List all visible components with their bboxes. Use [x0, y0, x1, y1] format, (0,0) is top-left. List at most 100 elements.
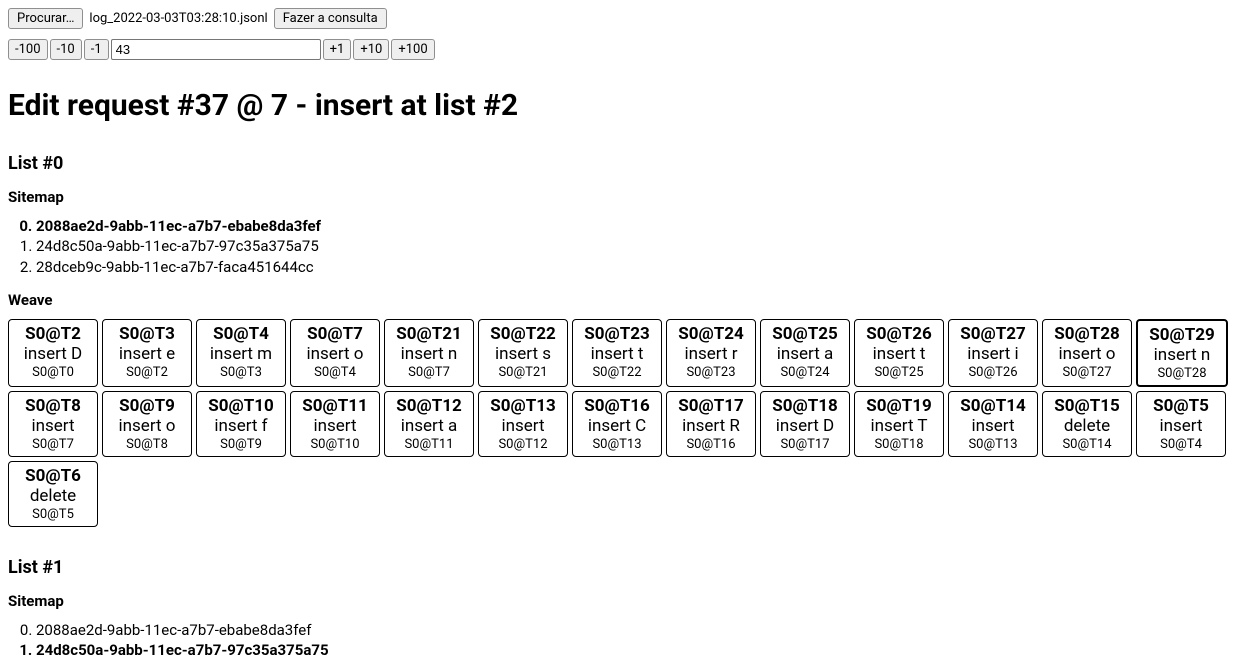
sitemap-heading: Sitemap [8, 592, 1252, 610]
plus-1-button[interactable]: +1 [323, 39, 352, 60]
weave-card-ref: S0@T24 [769, 365, 841, 380]
page-title: Edit request #37 @ 7 - insert at list #2 [8, 88, 1252, 123]
weave-card-action: insert t [581, 344, 653, 364]
weave-card-title: S0@T23 [581, 324, 653, 344]
weave-card[interactable]: S0@T7insert oS0@T4 [290, 319, 380, 387]
sitemap-list: 2088ae2d-9abb-11ec-a7b7-ebabe8da3fef24d8… [8, 620, 1252, 661]
weave-card[interactable]: S0@T17insert RS0@T16 [666, 391, 756, 457]
weave-card-ref: S0@T16 [675, 437, 747, 452]
sitemap-item: 2088ae2d-9abb-11ec-a7b7-ebabe8da3fef [36, 620, 1252, 640]
weave-card-action: insert [299, 416, 371, 436]
weave-card-action: insert [17, 416, 89, 436]
weave-card-ref: S0@T17 [769, 437, 841, 452]
weave-card-title: S0@T22 [487, 324, 559, 344]
weave-card[interactable]: S0@T26insert tS0@T25 [854, 319, 944, 387]
weave-card-action: insert o [111, 416, 183, 436]
weave-card-ref: S0@T3 [205, 365, 277, 380]
weave-card[interactable]: S0@T25insert aS0@T24 [760, 319, 850, 387]
nav-controls: -100 -10 -1 +1 +10 +100 [8, 39, 1252, 60]
weave-card[interactable]: S0@T28insert oS0@T27 [1042, 319, 1132, 387]
weave-card-ref: S0@T2 [111, 365, 183, 380]
weave-card-ref: S0@T14 [1051, 437, 1123, 452]
weave-card[interactable]: S0@T24insert rS0@T23 [666, 319, 756, 387]
weave-card[interactable]: S0@T23insert tS0@T22 [572, 319, 662, 387]
weave-card-ref: S0@T8 [111, 437, 183, 452]
weave-card-action: insert [487, 416, 559, 436]
weave-card[interactable]: S0@T8insertS0@T7 [8, 391, 98, 457]
weave-card[interactable]: S0@T11insertS0@T10 [290, 391, 380, 457]
weave-card[interactable]: S0@T19insert TS0@T18 [854, 391, 944, 457]
weave-card[interactable]: S0@T21insert nS0@T7 [384, 319, 474, 387]
minus-100-button[interactable]: -100 [8, 39, 48, 60]
weave-container: S0@T2insert DS0@T0S0@T3insert eS0@T2S0@T… [8, 319, 1252, 527]
weave-card[interactable]: S0@T29insert nS0@T28 [1136, 319, 1228, 387]
weave-card[interactable]: S0@T5insertS0@T4 [1136, 391, 1226, 457]
weave-card-title: S0@T16 [581, 396, 653, 416]
minus-10-button[interactable]: -10 [50, 39, 82, 60]
weave-card-title: S0@T10 [205, 396, 277, 416]
sitemap-heading: Sitemap [8, 188, 1252, 206]
sitemap-item: 24d8c50a-9abb-11ec-a7b7-97c35a375a75 [36, 236, 1252, 256]
weave-card-action: insert n [1146, 345, 1218, 365]
weave-card-action: delete [17, 486, 89, 506]
weave-card[interactable]: S0@T16insert CS0@T13 [572, 391, 662, 457]
weave-card-title: S0@T17 [675, 396, 747, 416]
weave-card[interactable]: S0@T15deleteS0@T14 [1042, 391, 1132, 457]
weave-card-action: insert D [769, 416, 841, 436]
weave-card-title: S0@T11 [299, 396, 371, 416]
weave-card-action: insert o [299, 344, 371, 364]
weave-card-action: insert T [863, 416, 935, 436]
weave-card[interactable]: S0@T18insert DS0@T17 [760, 391, 850, 457]
weave-card[interactable]: S0@T27insert iS0@T26 [948, 319, 1038, 387]
sitemap-item: 2088ae2d-9abb-11ec-a7b7-ebabe8da3fef [36, 216, 1252, 236]
weave-heading: Weave [8, 291, 1252, 309]
weave-card[interactable]: S0@T2insert DS0@T0 [8, 319, 98, 387]
weave-card-action: insert f [205, 416, 277, 436]
weave-card[interactable]: S0@T12insert aS0@T11 [384, 391, 474, 457]
top-toolbar: Procurar… log_2022-03-03T03:28:10.jsonl … [8, 8, 1252, 29]
weave-card[interactable]: S0@T4insert mS0@T3 [196, 319, 286, 387]
weave-card-action: insert i [957, 344, 1029, 364]
minus-1-button[interactable]: -1 [84, 39, 109, 60]
sitemap-item: 28dceb9c-9abb-11ec-a7b7-faca451644cc [36, 257, 1252, 277]
weave-card-title: S0@T21 [393, 324, 465, 344]
weave-card[interactable]: S0@T3insert eS0@T2 [102, 319, 192, 387]
weave-card-action: insert m [205, 344, 277, 364]
list-title: List #0 [8, 153, 1252, 174]
browse-button[interactable]: Procurar… [8, 8, 83, 29]
weave-card[interactable]: S0@T13insertS0@T12 [478, 391, 568, 457]
weave-card-action: insert R [675, 416, 747, 436]
sitemap-list: 2088ae2d-9abb-11ec-a7b7-ebabe8da3fef24d8… [8, 216, 1252, 277]
weave-card-title: S0@T28 [1051, 324, 1123, 344]
weave-card-title: S0@T24 [675, 324, 747, 344]
weave-card-title: S0@T2 [17, 324, 89, 344]
weave-card[interactable]: S0@T14insertS0@T13 [948, 391, 1038, 457]
weave-card-ref: S0@T4 [1145, 437, 1217, 452]
weave-card-title: S0@T4 [205, 324, 277, 344]
weave-card[interactable]: S0@T6deleteS0@T5 [8, 461, 98, 527]
weave-card-action: insert s [487, 344, 559, 364]
weave-card[interactable]: S0@T9insert oS0@T8 [102, 391, 192, 457]
weave-card[interactable]: S0@T22insert sS0@T21 [478, 319, 568, 387]
weave-card-ref: S0@T5 [17, 507, 89, 522]
record-index-input[interactable] [111, 39, 321, 60]
weave-card-ref: S0@T21 [487, 365, 559, 380]
plus-100-button[interactable]: +100 [391, 39, 434, 60]
weave-card-ref: S0@T23 [675, 365, 747, 380]
weave-card-action: insert C [581, 416, 653, 436]
weave-card-ref: S0@T13 [581, 437, 653, 452]
weave-card-action: insert t [863, 344, 935, 364]
filename-label: log_2022-03-03T03:28:10.jsonl [85, 11, 271, 26]
list-title: List #1 [8, 557, 1252, 578]
weave-card-ref: S0@T0 [17, 365, 89, 380]
weave-card-action: insert o [1051, 344, 1123, 364]
weave-card[interactable]: S0@T10insert fS0@T9 [196, 391, 286, 457]
weave-card-ref: S0@T28 [1146, 366, 1218, 381]
weave-card-ref: S0@T9 [205, 437, 277, 452]
weave-card-action: insert r [675, 344, 747, 364]
plus-10-button[interactable]: +10 [353, 39, 389, 60]
query-button[interactable]: Fazer a consulta [274, 8, 387, 29]
weave-card-ref: S0@T10 [299, 437, 371, 452]
weave-card-action: insert [1145, 416, 1217, 436]
weave-card-title: S0@T27 [957, 324, 1029, 344]
